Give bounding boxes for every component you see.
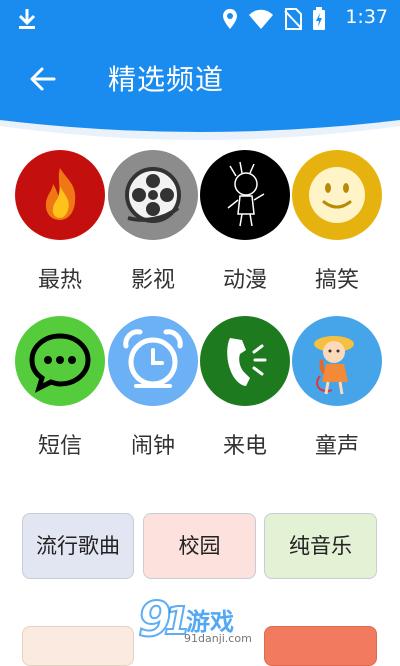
film-reel-icon: [108, 150, 198, 240]
no-sim-icon: [284, 8, 302, 34]
tag-partial-1[interactable]: [22, 626, 134, 666]
channel-item-film[interactable]: 影视: [108, 150, 198, 294]
battery-charging-icon: [312, 7, 326, 35]
tag-campus[interactable]: 校园: [143, 513, 256, 579]
channel-item-funny[interactable]: 搞笑: [292, 150, 382, 294]
tag-partial-3[interactable]: [264, 626, 377, 666]
back-arrow-icon[interactable]: [28, 64, 58, 94]
channel-label: 来电: [222, 434, 267, 459]
location-icon: [222, 8, 238, 34]
fire-icon: [15, 150, 105, 240]
tag-pure-music[interactable]: 纯音乐: [264, 513, 377, 579]
channel-item-hot[interactable]: 最热: [15, 150, 105, 294]
alarm-clock-icon: [108, 316, 198, 406]
download-icon: [16, 7, 38, 35]
child-girl-icon: [292, 316, 382, 406]
channel-label: 童声: [314, 434, 359, 459]
tag-pop-songs[interactable]: 流行歌曲: [22, 513, 134, 579]
message-bubble-icon: [15, 316, 105, 406]
channel-label: 短信: [37, 434, 82, 459]
page-title: 精选频道: [108, 63, 225, 96]
channel-item-alarm[interactable]: 闹钟: [108, 316, 198, 460]
channel-label: 闹钟: [130, 434, 175, 459]
channel-item-kids[interactable]: 童声: [292, 316, 382, 460]
smiley-face-icon: [292, 150, 382, 240]
watermark-logo: 9 1 游戏 91danji.com: [137, 590, 278, 650]
channel-label: 影视: [130, 268, 175, 293]
watermark-site: 91danji.com: [184, 632, 252, 645]
phone-ringing-icon: [200, 316, 290, 406]
status-time: 1:37: [345, 6, 388, 28]
app-toolbar: 精选频道: [0, 38, 400, 118]
channel-label: 动漫: [222, 268, 267, 293]
channel-item-anime[interactable]: 动漫: [200, 150, 290, 294]
channel-label: 最热: [37, 268, 82, 293]
channel-label: 搞笑: [314, 268, 359, 293]
wifi-icon: [248, 9, 274, 33]
channel-item-sms[interactable]: 短信: [15, 316, 105, 460]
status-bar: 1:37: [0, 0, 400, 38]
cartoon-character-icon: [200, 150, 290, 240]
channel-item-call[interactable]: 来电: [200, 316, 290, 460]
header-curve: [0, 118, 400, 140]
